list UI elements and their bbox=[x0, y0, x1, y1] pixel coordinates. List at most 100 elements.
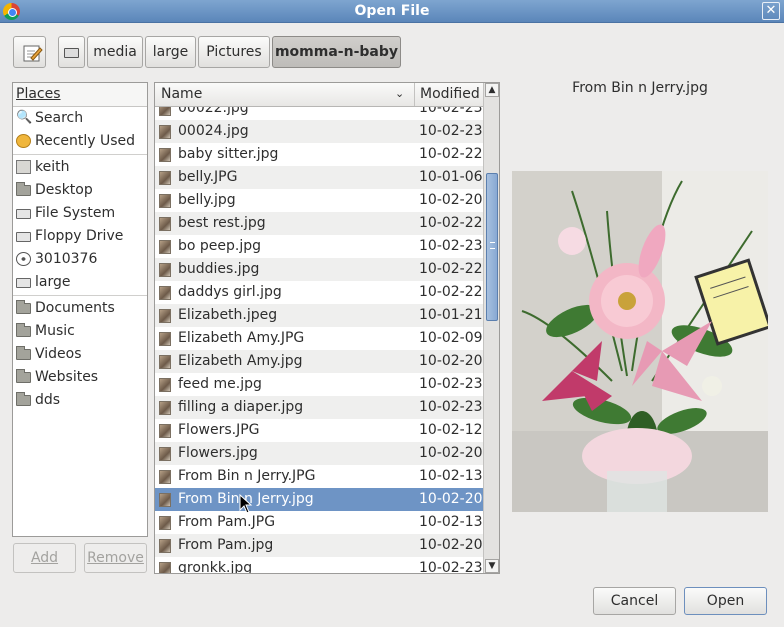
place-item-label: 3010376 bbox=[35, 251, 98, 267]
title-bar: Open File ✕ bbox=[0, 0, 784, 23]
path-root-drive-button[interactable] bbox=[58, 36, 85, 68]
place-item[interactable]: 3010376 bbox=[13, 248, 147, 271]
file-row[interactable]: Elizabeth.jpeg 10-01-21 bbox=[155, 304, 483, 327]
image-thumbnail-icon bbox=[159, 539, 171, 553]
image-thumbnail-icon bbox=[159, 378, 171, 392]
file-name: Flowers.jpg bbox=[178, 445, 258, 461]
image-thumbnail-icon bbox=[159, 286, 171, 300]
places-header[interactable]: Places bbox=[13, 83, 147, 107]
file-row[interactable]: Flowers.jpg 10-02-20 bbox=[155, 442, 483, 465]
file-row[interactable]: Flowers.JPG 10-02-12 bbox=[155, 419, 483, 442]
file-name: 00024.jpg bbox=[178, 123, 249, 139]
cancel-button[interactable]: Cancel bbox=[593, 587, 676, 615]
desktop-icon bbox=[16, 182, 31, 196]
file-modified-date: 10-02-20 bbox=[419, 445, 483, 461]
file-name: daddys girl.jpg bbox=[178, 284, 282, 300]
file-row[interactable]: 00024.jpg 10-02-23 bbox=[155, 120, 483, 143]
recent-icon bbox=[16, 134, 31, 148]
folder-icon bbox=[16, 369, 31, 383]
scroll-up-arrow-icon[interactable]: ▲ bbox=[485, 83, 499, 97]
file-name: buddies.jpg bbox=[178, 261, 260, 277]
file-row[interactable]: feed me.jpg 10-02-23 bbox=[155, 373, 483, 396]
file-row[interactable]: Elizabeth Amy.JPG 10-02-09 bbox=[155, 327, 483, 350]
file-name: Elizabeth Amy.JPG bbox=[178, 330, 305, 346]
file-row[interactable]: From Bin n Jerry.JPG 10-02-13 bbox=[155, 465, 483, 488]
name-column-label: Name bbox=[161, 86, 203, 102]
path-segment-large[interactable]: large bbox=[145, 36, 196, 68]
file-modified-date: 10-02-23 bbox=[419, 376, 483, 392]
place-item[interactable]: Recently Used bbox=[13, 130, 147, 153]
place-item[interactable]: Music bbox=[13, 320, 147, 343]
open-button[interactable]: Open bbox=[684, 587, 767, 615]
place-item[interactable]: File System bbox=[13, 202, 147, 225]
modified-column-header[interactable]: Modified bbox=[416, 83, 480, 106]
file-name: gronkk.jpg bbox=[178, 560, 253, 574]
scrollbar-thumb[interactable] bbox=[486, 173, 498, 321]
place-item[interactable]: Desktop bbox=[13, 179, 147, 202]
preview-filename: From Bin n Jerry.jpg bbox=[572, 80, 708, 96]
file-modified-date: 10-02-20 bbox=[419, 537, 483, 553]
path-segment-pictures[interactable]: Pictures bbox=[198, 36, 270, 68]
file-name: From Pam.jpg bbox=[178, 537, 274, 553]
drive-icon bbox=[16, 278, 31, 288]
path-segment-media[interactable]: media bbox=[87, 36, 143, 68]
drive-icon bbox=[16, 209, 31, 219]
file-modified-date: 10-02-13 bbox=[419, 468, 483, 484]
file-modified-date: 10-01-06 bbox=[419, 169, 483, 185]
file-modified-date: 10-02-20 bbox=[419, 353, 483, 369]
place-item[interactable]: 🔍 Search bbox=[13, 107, 147, 130]
file-row[interactable]: gronkk.jpg 10-02-23 bbox=[155, 557, 483, 574]
file-list[interactable]: 00022.jpg 10-02-23 00024.jpg 10-02-23 baby s… bbox=[154, 82, 500, 574]
file-modified-date: 10-02-23 bbox=[419, 123, 483, 139]
disc-icon bbox=[16, 252, 31, 266]
image-thumbnail-icon bbox=[159, 309, 171, 323]
image-thumbnail-icon bbox=[159, 424, 171, 438]
place-item[interactable]: large bbox=[13, 271, 147, 294]
folder-icon bbox=[16, 346, 31, 360]
file-name: belly.JPG bbox=[178, 169, 238, 185]
file-row[interactable]: baby sitter.jpg 10-02-22 bbox=[155, 143, 483, 166]
file-row[interactable]: buddies.jpg 10-02-22 bbox=[155, 258, 483, 281]
file-row[interactable]: Elizabeth Amy.jpg 10-02-20 bbox=[155, 350, 483, 373]
place-item[interactable]: Videos bbox=[13, 343, 147, 366]
file-row[interactable]: belly.JPG 10-01-06 bbox=[155, 166, 483, 189]
image-thumbnail-icon bbox=[159, 240, 171, 254]
image-thumbnail-icon bbox=[159, 447, 171, 461]
file-modified-date: 10-02-12 bbox=[419, 422, 483, 438]
place-item[interactable]: Floppy Drive bbox=[13, 225, 147, 248]
file-list-header: Name ⌄ Modified bbox=[155, 83, 483, 107]
remove-bookmark-button[interactable]: Remove bbox=[84, 543, 147, 573]
file-name: feed me.jpg bbox=[178, 376, 262, 392]
type-location-button[interactable] bbox=[13, 36, 46, 68]
file-row[interactable]: From Bin n Jerry.jpg 10-02-20 bbox=[155, 488, 483, 511]
file-name: bo peep.jpg bbox=[178, 238, 262, 254]
place-item-label: large bbox=[35, 274, 71, 290]
image-thumbnail-icon bbox=[159, 470, 171, 484]
file-row[interactable]: bo peep.jpg 10-02-23 bbox=[155, 235, 483, 258]
file-row[interactable]: From Pam.jpg 10-02-20 bbox=[155, 534, 483, 557]
file-row[interactable]: best rest.jpg 10-02-22 bbox=[155, 212, 483, 235]
place-item[interactable]: Documents bbox=[13, 297, 147, 320]
file-list-scrollbar[interactable]: ▲ ▼ bbox=[483, 83, 499, 573]
path-segment-momma-n-baby[interactable]: momma-n-baby bbox=[272, 36, 401, 68]
floppy-icon bbox=[16, 232, 31, 242]
scroll-down-arrow-icon[interactable]: ▼ bbox=[485, 559, 499, 573]
file-modified-date: 10-02-23 bbox=[419, 399, 483, 415]
close-button[interactable]: ✕ bbox=[762, 2, 780, 20]
add-bookmark-button[interactable]: Add bbox=[13, 543, 76, 573]
file-row[interactable]: daddys girl.jpg 10-02-22 bbox=[155, 281, 483, 304]
file-row[interactable]: belly.jpg 10-02-20 bbox=[155, 189, 483, 212]
place-item-label: Websites bbox=[35, 369, 99, 385]
file-row[interactable]: filling a diaper.jpg 10-02-23 bbox=[155, 396, 483, 419]
file-name: best rest.jpg bbox=[178, 215, 266, 231]
place-item[interactable]: dds bbox=[13, 389, 147, 412]
image-thumbnail-icon bbox=[159, 171, 171, 185]
place-item[interactable]: Websites bbox=[13, 366, 147, 389]
image-thumbnail-icon bbox=[159, 217, 171, 231]
file-row[interactable]: From Pam.JPG 10-02-13 bbox=[155, 511, 483, 534]
place-item[interactable]: keith bbox=[13, 156, 147, 179]
name-column-header[interactable]: Name bbox=[155, 83, 415, 106]
places-sidebar: Places 🔍 Search Recently Used keith Desktop F… bbox=[12, 82, 148, 537]
place-item-label: File System bbox=[35, 205, 116, 221]
place-item-label: keith bbox=[35, 159, 70, 175]
